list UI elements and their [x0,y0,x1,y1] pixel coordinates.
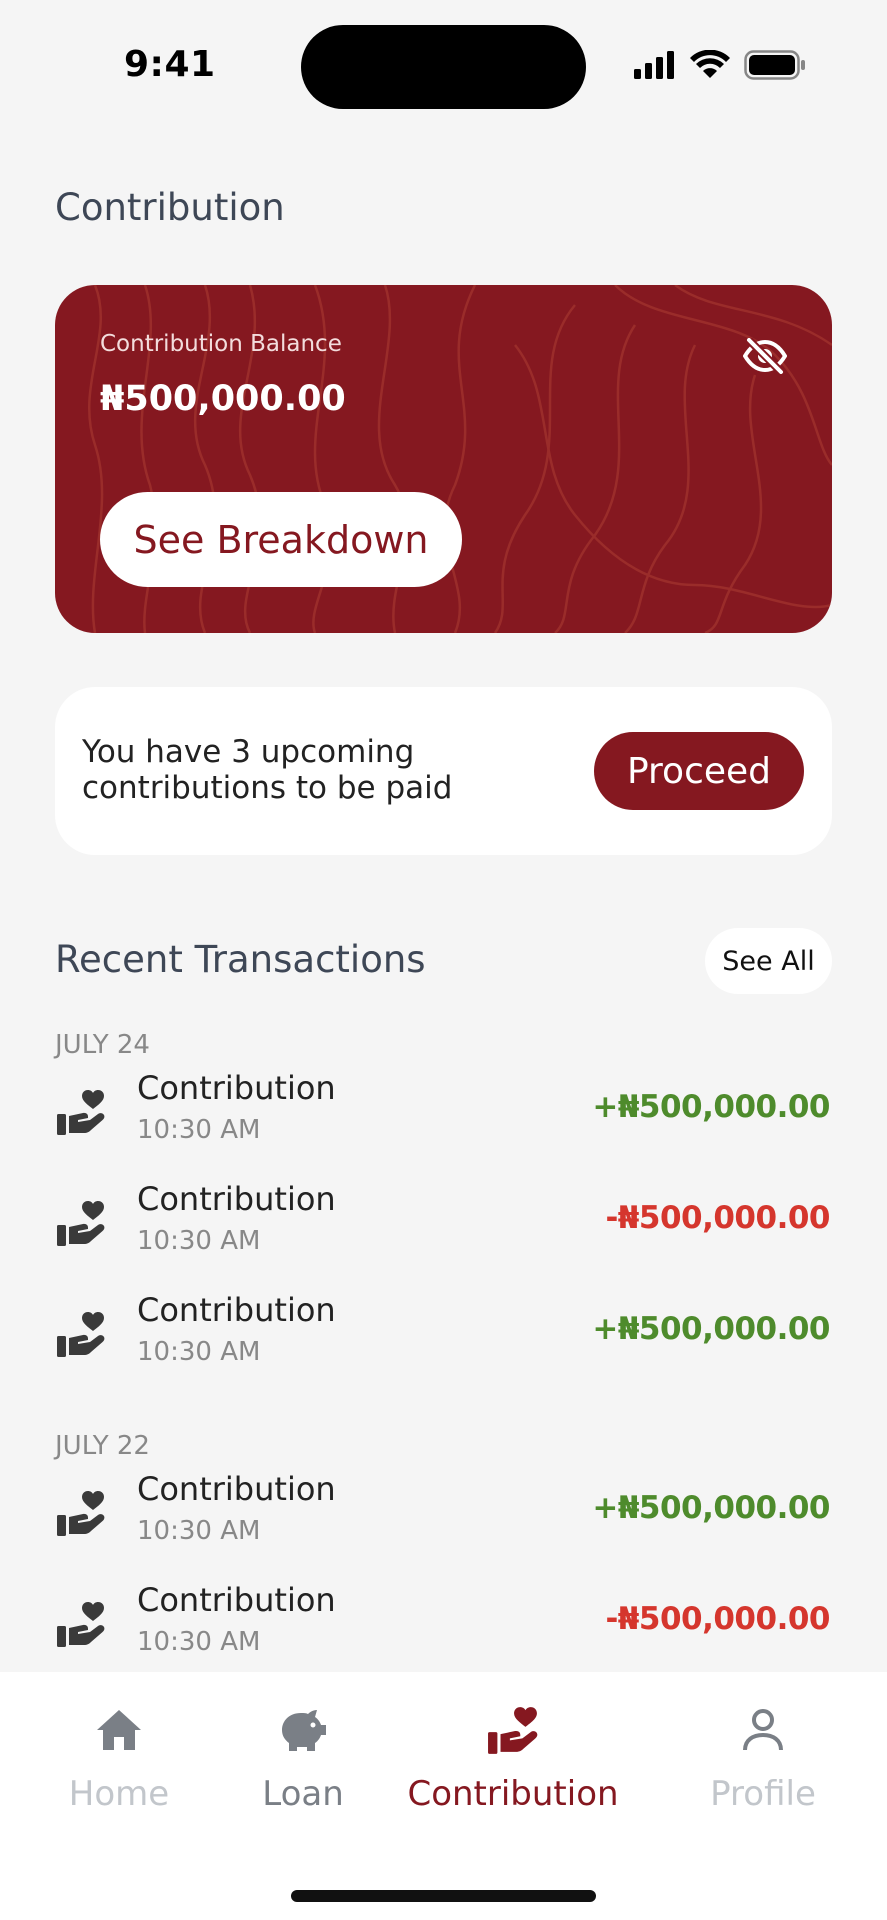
eye-slash-icon [743,338,787,374]
transaction-group: JULY 22 Contribution 10:30 AM +₦500,000.… [0,1426,887,1672]
nav-home-label: Home [68,1774,170,1814]
transaction-name: Contribution [137,1470,336,1508]
transaction-time: 10:30 AM [137,1516,261,1546]
see-breakdown-button[interactable]: See Breakdown [100,492,462,587]
transaction-group: JULY 24 Contribution 10:30 AM +₦500,000.… [0,1025,887,1398]
nav-loan-label: Loan [262,1774,344,1814]
hand-heart-icon [57,1602,105,1647]
transaction-name: Contribution [137,1069,336,1107]
home-indicator[interactable] [291,1890,596,1902]
transaction-amount: +₦500,000.00 [592,1311,830,1347]
transaction-amount: -₦500,000.00 [605,1200,830,1236]
transactions-list[interactable]: JULY 24 Contribution 10:30 AM +₦500,000.… [0,1025,887,1672]
battery-icon [744,50,805,80]
hand-heart-icon [57,1312,105,1357]
page-title: Contribution [55,186,285,229]
hand-heart-icon [57,1090,105,1135]
user-icon [743,1709,783,1751]
upcoming-message: You have 3 upcoming contributions to be … [82,734,453,806]
hide-balance-button[interactable] [740,331,790,381]
bottom-nav: Home Loan Contribution Profile [0,1672,887,1920]
transaction-name: Contribution [137,1180,336,1218]
group-date: JULY 22 [55,1431,150,1461]
nav-contribution-label: Contribution [407,1774,619,1814]
hand-heart-icon [57,1491,105,1536]
proceed-button[interactable]: Proceed [594,732,804,810]
piggy-bank-icon [282,1710,326,1751]
status-time: 9:41 [124,44,216,85]
transaction-name: Contribution [137,1581,336,1619]
transaction-amount: -₦500,000.00 [605,1601,830,1637]
dynamic-island [301,25,586,109]
nav-profile[interactable]: Profile [663,1702,863,1814]
transaction-row[interactable]: Contribution 10:30 AM -₦500,000.00 [0,1577,887,1672]
status-icons [632,50,806,80]
nav-contribution[interactable]: Contribution [407,1702,619,1814]
transaction-row[interactable]: Contribution 10:30 AM +₦500,000.00 [0,1466,887,1577]
transaction-time: 10:30 AM [137,1226,261,1256]
balance-amount: ₦500,000.00 [100,379,346,419]
upcoming-contributions-card: You have 3 upcoming contributions to be … [55,687,832,855]
balance-label: Contribution Balance [100,331,342,357]
transaction-row[interactable]: Contribution 10:30 AM +₦500,000.00 [0,1065,887,1176]
recent-transactions-title: Recent Transactions [55,938,426,981]
wifi-icon [690,50,730,78]
nav-home[interactable]: Home [19,1702,219,1814]
transaction-time: 10:30 AM [137,1627,261,1657]
home-icon [97,1710,141,1750]
nav-profile-label: Profile [710,1774,816,1814]
nav-loan[interactable]: Loan [203,1702,403,1814]
transaction-name: Contribution [137,1291,336,1329]
status-bar: 9:41 [0,0,887,120]
transaction-time: 10:30 AM [137,1337,261,1367]
hand-heart-icon [57,1201,105,1246]
signal-icon [634,51,674,79]
hand-heart-icon [488,1707,538,1754]
transaction-row[interactable]: Contribution 10:30 AM -₦500,000.00 [0,1176,887,1287]
transaction-time: 10:30 AM [137,1115,261,1145]
transaction-amount: +₦500,000.00 [592,1089,830,1125]
group-date: JULY 24 [55,1030,150,1060]
transaction-amount: +₦500,000.00 [592,1490,830,1526]
transaction-row[interactable]: Contribution 10:30 AM +₦500,000.00 [0,1287,887,1398]
balance-card: Contribution Balance ₦500,000.00 See Bre… [55,285,832,633]
see-all-button[interactable]: See All [705,928,832,994]
